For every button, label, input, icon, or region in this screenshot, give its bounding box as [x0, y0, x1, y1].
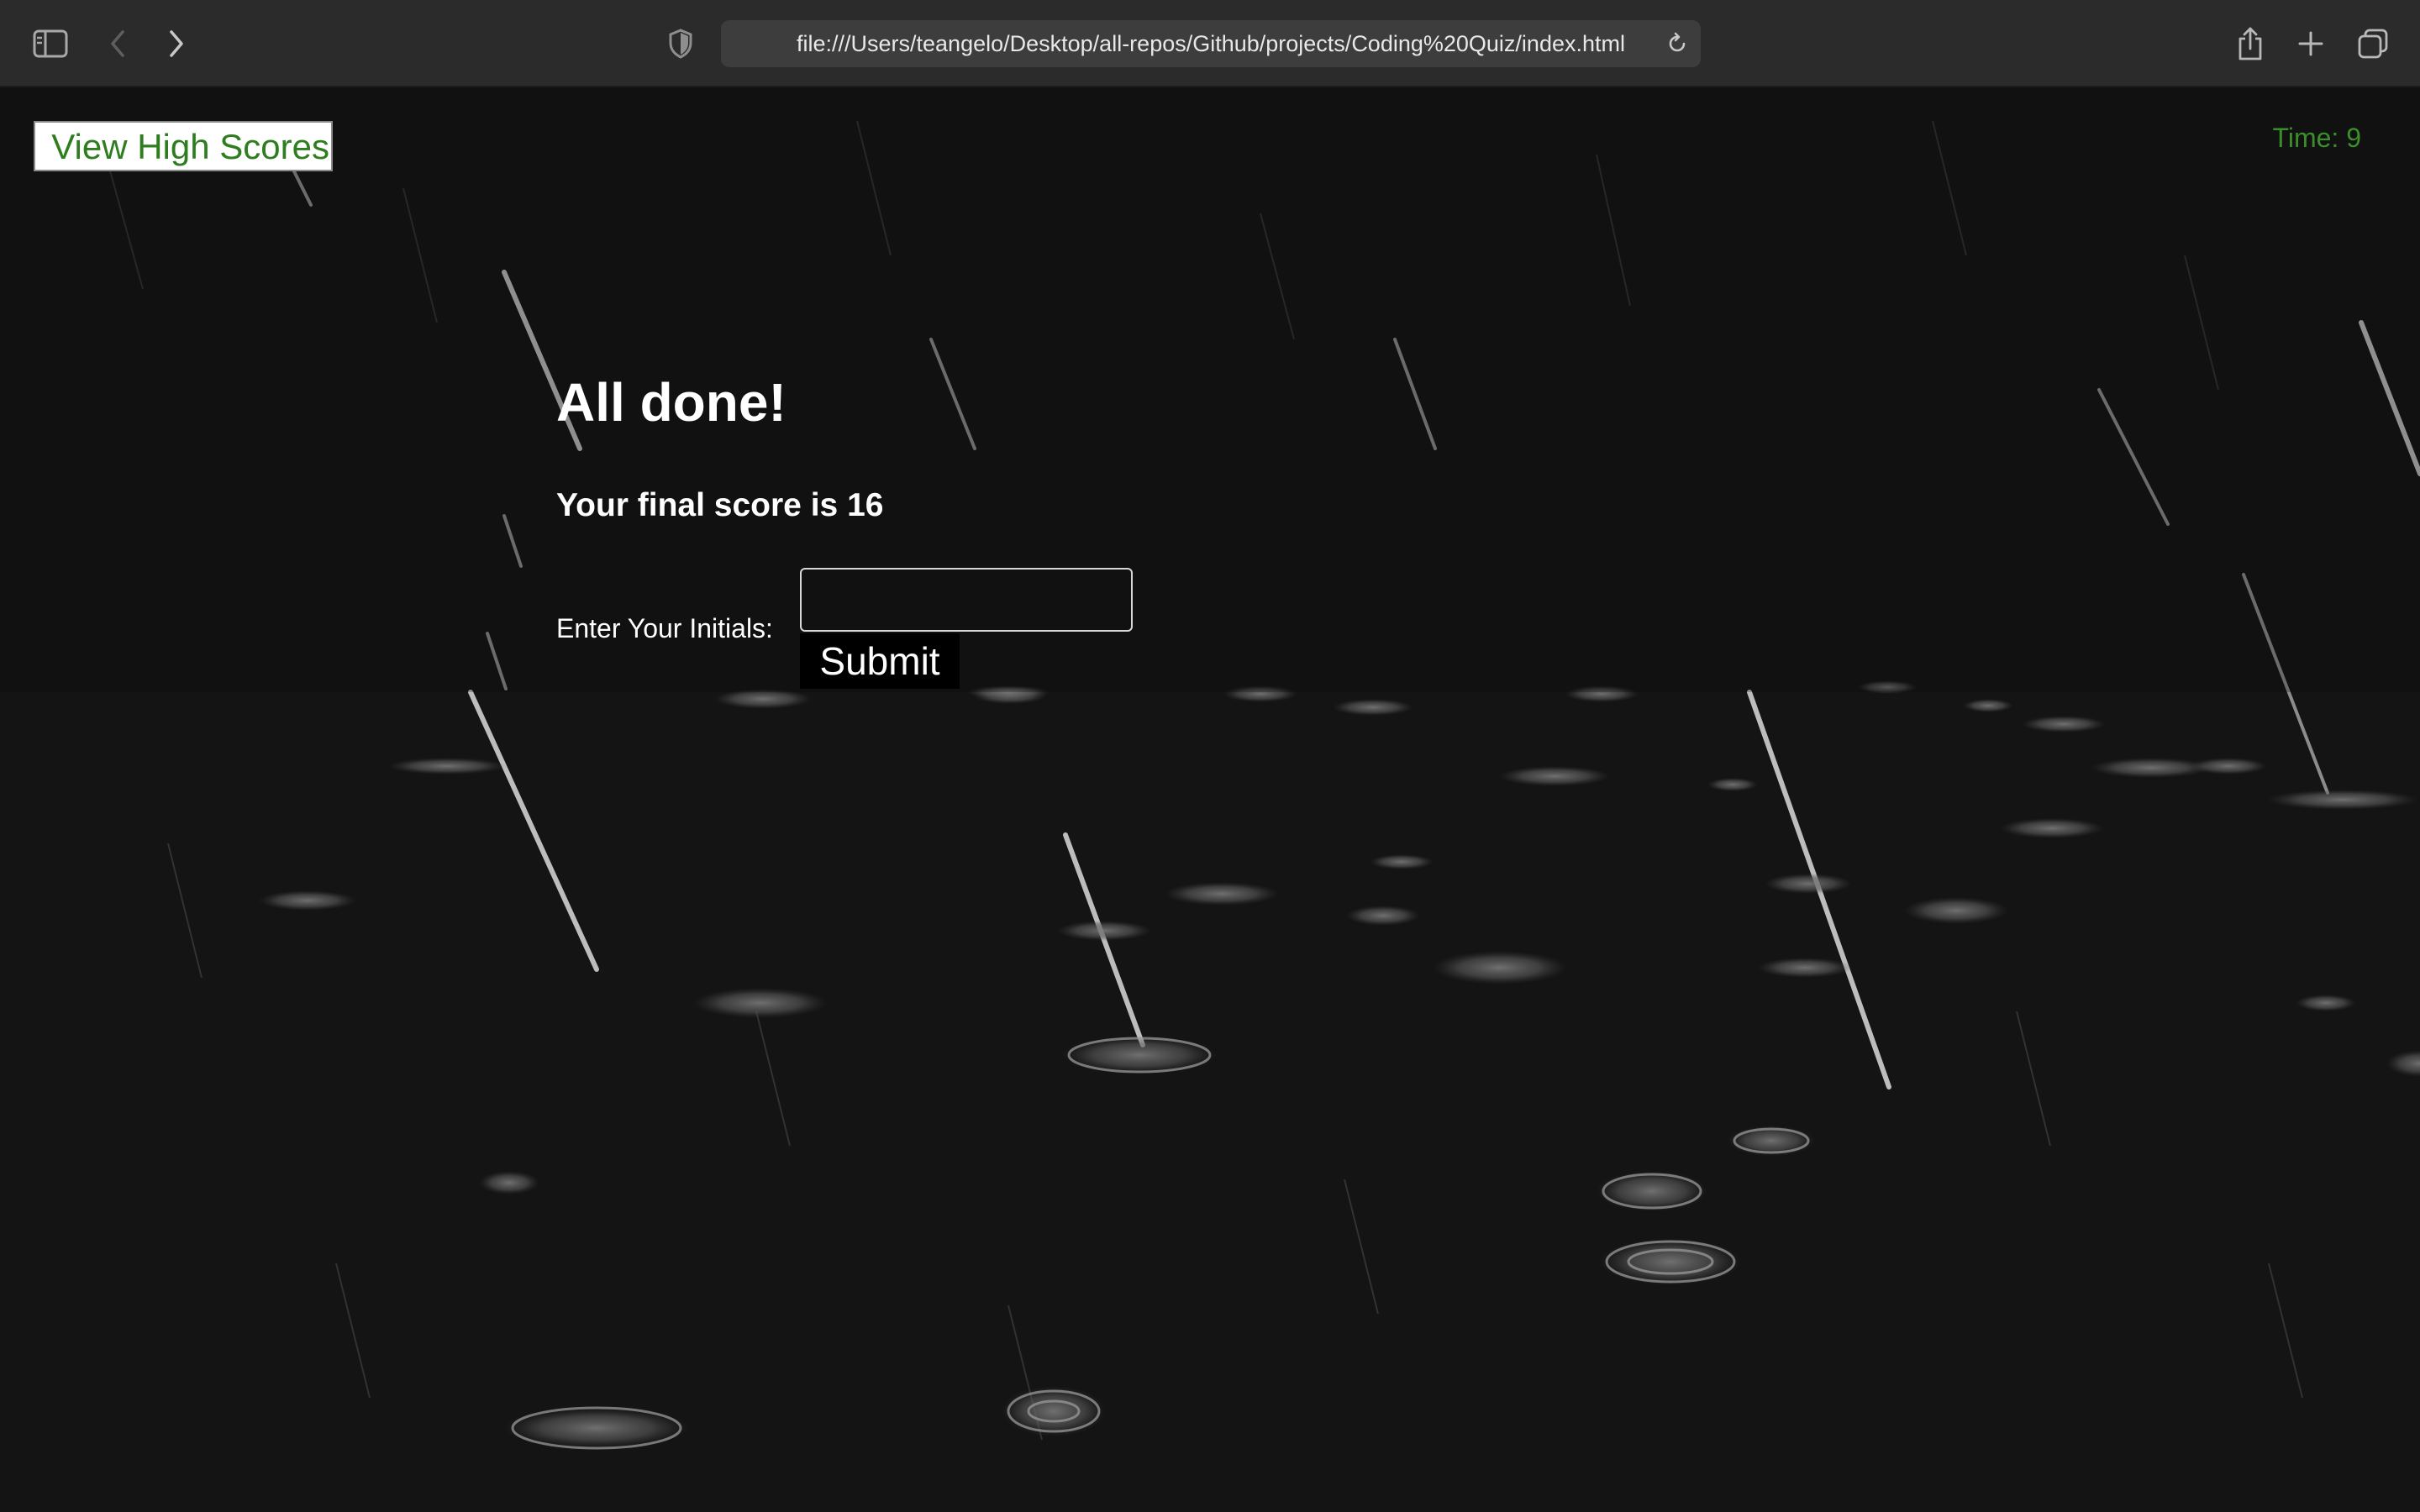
sidebar-toggle-icon[interactable] — [25, 18, 76, 69]
initials-input[interactable] — [800, 568, 1133, 632]
timer-display: Time: 9 — [2272, 123, 2362, 153]
browser-toolbar: file:///Users/teangelo/Desktop/all-repos… — [0, 0, 2420, 87]
url-text[interactable]: file:///Users/teangelo/Desktop/all-repos… — [721, 20, 1701, 67]
final-score-value: 16 — [847, 487, 884, 523]
address-bar[interactable]: file:///Users/teangelo/Desktop/all-repos… — [721, 20, 1701, 67]
final-score-prefix: Your final score is — [556, 487, 839, 523]
final-score-text: Your final score is 16 — [556, 487, 883, 524]
view-high-scores-button[interactable]: View High Scores — [34, 121, 333, 171]
initials-label: Enter Your Initials: — [556, 613, 773, 643]
page-viewport: View High Scores Time: 9 All done! Your … — [0, 87, 2420, 1512]
page-title: All done! — [556, 372, 786, 433]
submit-button[interactable]: Submit — [800, 633, 960, 689]
chevron-left-icon[interactable] — [92, 18, 143, 69]
chevron-right-icon[interactable] — [151, 18, 202, 69]
tab-overview-icon[interactable] — [2348, 18, 2398, 69]
share-icon[interactable] — [2225, 18, 2275, 69]
reload-icon[interactable] — [1660, 27, 1694, 60]
plus-icon[interactable] — [2286, 18, 2336, 69]
shield-icon[interactable] — [664, 25, 697, 62]
quiz-panel-backdrop — [0, 87, 2420, 692]
